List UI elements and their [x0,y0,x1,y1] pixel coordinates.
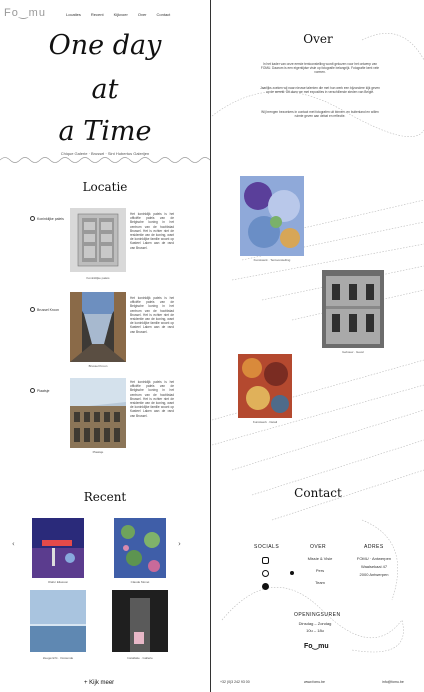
location-label-1[interactable]: Koninklijke paleis [30,216,64,221]
hero-line-1: One day [48,30,162,61]
adres-line-2: Waalsekaai 47 [360,564,388,569]
about-caption-3: Kunstwerk · Detail [252,420,278,424]
brand-logo[interactable]: Fo‿mu [4,6,46,19]
footer-website[interactable]: www.fomu.be [304,680,325,684]
location-photo-1[interactable] [70,208,126,272]
next-arrow-icon[interactable]: › [178,540,181,548]
hours-line-2: 10u – 18u [306,628,324,633]
location-text-3: Het koninklijk paleis is het officiële p… [130,380,174,418]
instagram-icon[interactable] [262,557,269,564]
wave-divider [0,157,210,163]
location-caption-1: Koninklijke paleis [86,276,110,280]
about-photo-1[interactable] [240,176,304,256]
map-pin-icon [30,216,35,221]
footer-logo[interactable]: Fo‿mu [304,642,329,650]
left-page: Fo‿mu Locaties Recent Kijkvoer Over Cont… [0,0,211,692]
recent-caption-3: Zeegezicht · Oostende [42,656,74,660]
adres-line-3: 2000 Antwerpen [359,572,389,577]
location-text-1: Het koninklijk paleis is het officiële p… [130,212,174,250]
hours-heading: OPENINGSUREN [294,612,341,618]
location-caption-2: Brussel Kroon [88,364,108,368]
top-nav: Locaties Recent Kijkvoer Over Contact [66,12,170,17]
footer-phone[interactable]: +32 (0)3 242 93 00 [220,680,250,684]
recent-caption-1: Olafur Eliasson [47,580,69,584]
locations-title: Locatie [82,180,128,194]
bullet-dot [290,571,294,575]
location-photo-2[interactable] [70,292,126,362]
recent-title: Recent [83,490,127,504]
adres-line-1: FOMU · Antwerpen [356,556,392,561]
pinterest-icon[interactable] [262,570,269,577]
over-link-missie[interactable]: Missie & Visie [300,556,340,562]
over-link-pers[interactable]: Pers [300,568,340,574]
more-link[interactable]: + Kijk meer [84,680,114,686]
nav-item-kijkvoer[interactable]: Kijkvoer [114,12,128,17]
nav-item-contact[interactable]: Contact [157,12,171,17]
right-page: Over In het kader van onze eerste tentoo… [212,0,424,692]
about-paragraph-1: In het kader van onze eerste tentoonstel… [260,62,380,75]
facebook-icon[interactable] [262,583,269,590]
location-text-2: Het koninklijk paleis is het officiële p… [130,296,174,334]
over-heading: OVER [310,544,327,550]
adres-heading: ADRES [364,544,384,550]
nav-item-locaties[interactable]: Locaties [66,12,81,17]
map-pin-icon [30,388,35,393]
location-caption-3: Plaatsje [92,450,104,454]
hours-line-1: Dinsdag – Zondag [298,621,332,626]
nav-item-recent[interactable]: Recent [91,12,104,17]
recent-photo-4[interactable] [112,590,168,652]
about-photo-3[interactable] [238,354,292,418]
location-photo-3[interactable] [70,378,126,448]
recent-photo-2[interactable] [114,518,166,578]
footer-email[interactable]: info@fomu.be [382,680,404,684]
map-pin-icon [30,307,35,312]
about-photo-2[interactable] [322,270,384,348]
dotted-lines-decoration [212,33,424,653]
over-link-team[interactable]: Team [300,580,340,586]
recent-photo-3[interactable] [30,590,86,652]
location-label-2[interactable]: Brussel Kroon [30,307,59,312]
about-caption-2: Gebouw · Gevel [342,350,364,354]
about-paragraph-2: Jaarlijks zoeken wij naar nieuwe talente… [260,86,380,95]
about-paragraph-3: Wij brengen bezoekers in contact met fot… [261,110,379,119]
recent-caption-2: Claude Monet [130,580,150,584]
recent-caption-4: Installatie · Gallerie [127,656,153,660]
prev-arrow-icon[interactable]: ‹ [12,540,15,548]
contact-title: Contact [294,486,342,500]
nav-item-over[interactable]: Over [138,12,147,17]
hero-line-3: a Time [58,116,152,147]
socials-heading: SOCIALS [254,544,280,550]
recent-photo-1[interactable] [32,518,84,578]
about-caption-1: Kunstwerk · Tentoonstelling [253,258,291,262]
hero-line-2: at [91,74,119,105]
about-title: Over [303,32,333,46]
location-label-3[interactable]: Plaatsje [30,388,49,393]
